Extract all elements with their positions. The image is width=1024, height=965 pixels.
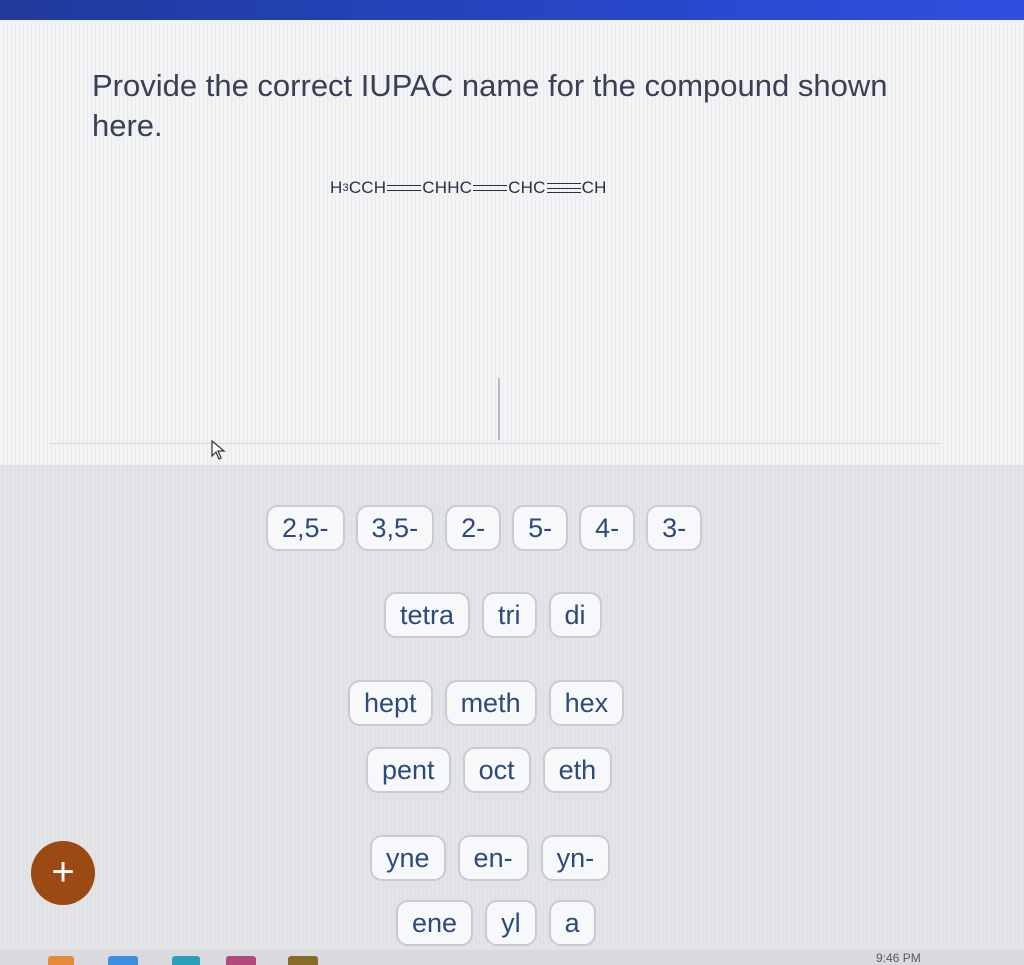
- tile-root[interactable]: oct: [462, 747, 531, 793]
- tile-suffix[interactable]: yl: [485, 900, 537, 946]
- formula-group-3: CHC: [508, 178, 546, 197]
- tile-locant[interactable]: 3-: [646, 505, 703, 551]
- answer-drop-line: [50, 443, 940, 444]
- tile-suffix[interactable]: ene: [396, 900, 474, 946]
- tile-row-locants: 2,5- 3,5- 2- 5- 4- 3-: [266, 505, 703, 551]
- tile-suffix[interactable]: yne: [370, 835, 446, 881]
- formula-group-2: CHHC: [422, 178, 473, 197]
- taskbar-app-icon[interactable]: [288, 956, 318, 965]
- formula-group-1: CCH: [348, 178, 387, 197]
- double-bond: [473, 182, 508, 194]
- taskbar-clock: 9:46 PM: [876, 951, 921, 965]
- tile-row-suffixes-a: yne en- yn-: [370, 835, 611, 881]
- taskbar: [0, 950, 1024, 965]
- tile-locant[interactable]: 5-: [512, 505, 569, 551]
- tile-locant[interactable]: 2-: [445, 505, 502, 551]
- tile-row-suffixes-b: ene yl a: [396, 900, 596, 946]
- tile-root[interactable]: eth: [542, 747, 613, 793]
- tile-locant[interactable]: 4-: [579, 505, 636, 551]
- tile-row-roots-b: pent oct eth: [366, 747, 613, 793]
- question-prompt: Provide the correct IUPAC name for the c…: [92, 68, 888, 143]
- double-bond: [387, 182, 422, 194]
- formula-h: H: [330, 178, 343, 197]
- tile-multiplier[interactable]: di: [548, 592, 602, 638]
- tile-root[interactable]: hept: [348, 680, 433, 726]
- taskbar-app-icon[interactable]: [108, 956, 138, 965]
- taskbar-app-icon[interactable]: [172, 956, 200, 965]
- tile-locant[interactable]: 3,5-: [355, 505, 435, 551]
- top-bar: [0, 0, 1024, 20]
- tile-suffix[interactable]: a: [548, 900, 596, 946]
- add-button[interactable]: +: [31, 841, 95, 905]
- formula-group-4: CH: [581, 178, 607, 197]
- answer-drop-zone-caret[interactable]: [498, 378, 500, 440]
- taskbar-app-icon[interactable]: [48, 956, 74, 965]
- mouse-pointer-icon: [211, 440, 226, 460]
- tile-root[interactable]: meth: [444, 680, 537, 726]
- tile-locant[interactable]: 2,5-: [266, 505, 345, 551]
- chemical-formula: H 3 CCH CHHC CHC CH: [330, 178, 607, 198]
- tile-multiplier[interactable]: tetra: [384, 592, 471, 638]
- tile-row-roots-a: hept meth hex: [348, 680, 625, 726]
- tile-root[interactable]: pent: [366, 747, 451, 793]
- tile-row-multipliers: tetra tri di: [384, 592, 602, 638]
- tile-suffix[interactable]: en-: [457, 835, 529, 881]
- tile-root[interactable]: hex: [548, 680, 625, 726]
- taskbar-app-icon[interactable]: [226, 956, 256, 965]
- triple-bond: [546, 182, 581, 194]
- tile-suffix[interactable]: yn-: [540, 835, 611, 881]
- tile-multiplier[interactable]: tri: [482, 592, 537, 638]
- question-panel: Provide the correct IUPAC name for the c…: [0, 20, 1024, 465]
